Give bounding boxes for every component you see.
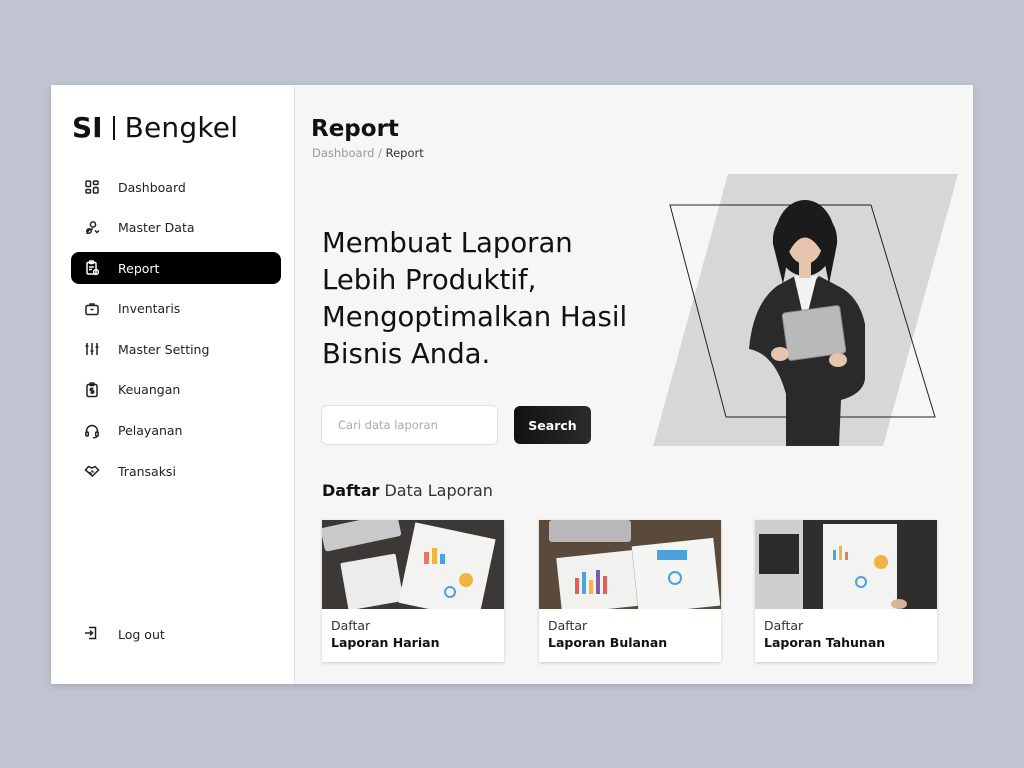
hero-line: Lebih Produktif, <box>322 264 537 296</box>
main-content: Report Dashboard / Report Membuat Lapora… <box>295 85 973 684</box>
report-card-tahunan[interactable]: Daftar Laporan Tahunan <box>755 520 937 662</box>
sidebar-item-label: Transaksi <box>118 463 176 479</box>
sidebar-item-dashboard[interactable]: Dashboard <box>71 171 281 203</box>
sidebar: SI Bengkel Dashboard Master Data Report … <box>51 85 295 684</box>
headset-icon <box>83 422 101 440</box>
sidebar-item-transaksi[interactable]: Transaksi <box>71 455 281 487</box>
page-title: Report <box>311 116 399 142</box>
report-card-thumbnail <box>755 520 937 609</box>
app-logo[interactable]: SI Bengkel <box>72 110 238 146</box>
sidebar-item-label: Keuangan <box>118 382 181 398</box>
briefcase-icon <box>83 300 101 318</box>
report-card-thumbnail <box>322 520 504 609</box>
sidebar-item-label: Dashboard <box>118 179 186 195</box>
app-window: SI Bengkel Dashboard Master Data Report … <box>51 85 973 684</box>
sidebar-item-inventaris[interactable]: Inventaris <box>71 293 281 325</box>
section-title-bold: Daftar <box>322 481 380 500</box>
hero-line: Membuat Laporan <box>322 227 573 259</box>
handshake-icon <box>83 462 101 480</box>
hero-line: Bisnis Anda. <box>322 338 491 370</box>
section-title-rest: Data Laporan <box>384 481 493 500</box>
breadcrumb-parent[interactable]: Dashboard <box>312 146 374 160</box>
report-card-title: Laporan Harian <box>331 635 440 650</box>
breadcrumb-current: Report <box>385 146 424 160</box>
breadcrumb-separator: / <box>374 146 386 160</box>
sidebar-item-label: Pelayanan <box>118 423 183 439</box>
report-card-bulanan[interactable]: Daftar Laporan Bulanan <box>539 520 721 662</box>
logout-button[interactable]: Log out <box>83 625 165 643</box>
section-title: Daftar Data Laporan <box>322 481 493 500</box>
master-data-icon <box>83 219 101 237</box>
hero-illustration <box>653 174 958 446</box>
hero-heading: Membuat Laporan Lebih Produktif, Mengopt… <box>322 225 662 373</box>
sidebar-item-master-data[interactable]: Master Data <box>71 212 281 244</box>
dashboard-icon <box>83 178 101 196</box>
logout-icon <box>83 625 101 643</box>
logo-divider <box>112 116 115 140</box>
search-input[interactable] <box>321 405 498 445</box>
sidebar-item-keuangan[interactable]: Keuangan <box>71 374 281 406</box>
logo-name: Bengkel <box>124 111 239 144</box>
sidebar-item-pelayanan[interactable]: Pelayanan <box>71 415 281 447</box>
sidebar-item-label: Inventaris <box>118 301 181 317</box>
finance-icon <box>83 381 101 399</box>
report-card-caption: Daftar <box>548 618 588 633</box>
sidebar-item-label: Master Data <box>118 220 195 236</box>
search-button[interactable]: Search <box>514 406 591 444</box>
report-card-title: Laporan Tahunan <box>764 635 886 650</box>
sidebar-item-label: Report <box>118 260 160 276</box>
sidebar-nav: Dashboard Master Data Report Inventaris <box>71 171 281 496</box>
report-card-thumbnail <box>539 520 721 609</box>
sidebar-item-master-setting[interactable]: Master Setting <box>71 333 281 365</box>
report-icon <box>83 259 101 277</box>
logout-label: Log out <box>118 626 165 642</box>
sliders-icon <box>83 340 101 358</box>
sidebar-item-label: Master Setting <box>118 341 210 357</box>
hero-line: Mengoptimalkan Hasil <box>322 301 628 333</box>
report-card-harian[interactable]: Daftar Laporan Harian <box>322 520 504 662</box>
report-card-title: Laporan Bulanan <box>548 635 668 650</box>
report-card-caption: Daftar <box>764 618 804 633</box>
report-card-caption: Daftar <box>331 618 371 633</box>
sidebar-item-report[interactable]: Report <box>71 252 281 285</box>
logo-short: SI <box>72 111 103 144</box>
breadcrumb: Dashboard / Report <box>312 146 424 160</box>
